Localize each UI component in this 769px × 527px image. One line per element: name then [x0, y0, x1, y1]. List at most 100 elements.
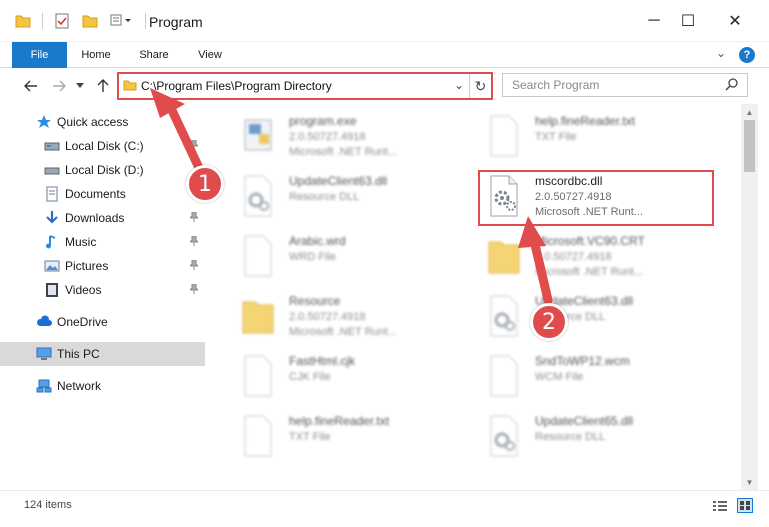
dll-icon [487, 294, 521, 338]
file-description: Microsoft .NET Runt... [289, 326, 397, 338]
back-arrow-icon[interactable] [22, 76, 40, 96]
window-title: Program [149, 14, 203, 30]
sidebar-item-onedrive[interactable]: OneDrive [0, 310, 205, 334]
address-bar[interactable]: C:\Program Files\Program Directory ⌄ ↻ [117, 72, 493, 100]
sidebar-item-music[interactable]: Music [0, 230, 205, 254]
file-name: UpdateClient63.dll [289, 174, 388, 188]
file-name: program.exe [289, 114, 357, 128]
file-version: 2.0.50727.4918 [535, 251, 612, 263]
text-file-icon [487, 114, 521, 158]
pin-icon [188, 259, 200, 273]
properties-icon[interactable] [53, 12, 71, 30]
file-item[interactable]: FastHtml.cjk CJK File [215, 348, 475, 408]
maximize-icon: ☐ [680, 13, 696, 30]
file-version: 2.0.50727.4918 [289, 131, 366, 143]
file-type: WRD File [289, 251, 337, 263]
search-icon[interactable] [725, 77, 739, 94]
file-list: program.exe 2.0.50727.4918 Microsoft .NE… [205, 104, 741, 490]
file-item[interactable]: Microsoft.VC90.CRT 2.0.50727.4918 Micros… [461, 228, 721, 288]
folder-icon [487, 234, 521, 278]
sidebar-item-local-disk-d[interactable]: Local Disk (D:) [0, 158, 205, 182]
sidebar-item-videos[interactable]: Videos [0, 278, 205, 302]
blank-file-icon [241, 354, 275, 398]
sidebar-item-this-pc[interactable]: This PC [0, 342, 205, 366]
pin-icon [188, 211, 200, 225]
folder-icon [123, 79, 137, 94]
title-bar: Program ─ ☐ ✕ [0, 0, 769, 42]
sidebar-item-quick-access[interactable]: Quick access [0, 110, 205, 134]
pin-icon [188, 235, 200, 249]
ribbon-collapse-icon[interactable]: ⌄ [716, 46, 726, 60]
address-path[interactable]: C:\Program Files\Program Directory [141, 79, 332, 93]
file-item[interactable]: Resource 2.0.50727.4918 Microsoft .NET R… [215, 288, 475, 348]
file-item[interactable]: UpdateClient65.dll Resource DLL [461, 408, 721, 468]
status-bar: 124 items [0, 490, 769, 527]
tiles-view-icon[interactable] [737, 498, 753, 513]
file-item[interactable]: UpdateClient63.dll Resource DLL [461, 288, 721, 348]
scroll-down-icon[interactable]: ▼ [741, 474, 758, 490]
blank-file-icon [241, 234, 275, 278]
navigation-pane: Quick access Local Disk (C:) Local Disk … [0, 104, 205, 490]
computer-icon [36, 346, 52, 362]
file-description: Microsoft .NET Runt... [289, 146, 397, 158]
folder-icon[interactable] [14, 12, 32, 30]
file-item[interactable]: SndToWP12.wcm WCM File [461, 348, 721, 408]
sidebar-item-network[interactable]: Network [0, 374, 205, 398]
file-item[interactable]: Arabic.wrd WRD File [215, 228, 475, 288]
forward-arrow-icon[interactable] [50, 76, 68, 96]
search-box[interactable]: Search Program [502, 73, 748, 97]
file-type: TXT File [535, 131, 577, 143]
file-name: help.fineReader.txt [535, 114, 636, 128]
file-description: Microsoft .NET Runt... [535, 266, 643, 278]
search-input[interactable]: Search Program [512, 78, 599, 92]
file-item[interactable]: UpdateClient63.dll Resource DLL [215, 168, 475, 228]
tab-home[interactable]: Home [76, 42, 116, 68]
drive-icon [44, 138, 60, 154]
star-icon [36, 114, 52, 130]
tab-view[interactable]: View [190, 42, 230, 68]
up-arrow-icon[interactable] [94, 76, 112, 96]
blank-file-icon [487, 354, 521, 398]
help-icon[interactable]: ? [739, 47, 755, 63]
quick-access-toolbar [14, 12, 146, 30]
ribbon-tabs: File Home Share View ⌄ ? [0, 42, 769, 68]
tab-share[interactable]: Share [132, 42, 176, 68]
tab-file[interactable]: File [12, 42, 67, 68]
folder-icon [241, 294, 275, 338]
text-file-icon [241, 414, 275, 458]
pin-icon [188, 283, 200, 297]
close-button[interactable]: ✕ [712, 0, 758, 42]
sidebar-item-downloads[interactable]: Downloads [0, 206, 205, 230]
sidebar-item-label: Pictures [65, 259, 109, 273]
file-name: Arabic.wrd [289, 234, 346, 248]
sidebar-item-label: Downloads [65, 211, 125, 225]
maximize-button[interactable]: ☐ [665, 0, 711, 42]
file-item[interactable]: help.fineReader.txt TXT File [215, 408, 475, 468]
new-folder-icon[interactable] [81, 12, 99, 30]
dll-icon [241, 174, 275, 218]
sidebar-item-pictures[interactable]: Pictures [0, 254, 205, 278]
details-view-icon[interactable] [712, 499, 728, 516]
scroll-up-icon[interactable]: ▲ [741, 104, 758, 120]
sidebar-item-label: Videos [65, 283, 102, 297]
file-item[interactable]: program.exe 2.0.50727.4918 Microsoft .NE… [215, 108, 475, 168]
sidebar-item-local-disk-c[interactable]: Local Disk (C:) [0, 134, 205, 158]
sidebar-item-documents[interactable]: Documents [0, 182, 205, 206]
minimize-icon: ─ [648, 12, 660, 29]
address-dropdown-icon[interactable]: ⌄ [454, 78, 464, 92]
recent-locations-chevron-icon[interactable] [74, 76, 86, 96]
file-name: help.fineReader.txt [289, 414, 390, 428]
qat-divider [145, 13, 146, 29]
customize-toolbar-icon[interactable] [109, 12, 135, 30]
documents-icon [44, 186, 60, 202]
videos-icon [44, 282, 60, 298]
file-item[interactable]: help.fineReader.txt TXT File [461, 108, 721, 168]
file-type: WCM File [535, 371, 584, 383]
close-icon: ✕ [728, 13, 742, 30]
file-type: TXT File [289, 431, 331, 443]
refresh-icon[interactable]: ↻ [469, 74, 491, 98]
vertical-scrollbar[interactable]: ▲ ▼ [741, 104, 758, 490]
pictures-icon [44, 258, 60, 274]
exe-icon [241, 114, 275, 158]
scrollbar-thumb[interactable] [744, 120, 755, 172]
